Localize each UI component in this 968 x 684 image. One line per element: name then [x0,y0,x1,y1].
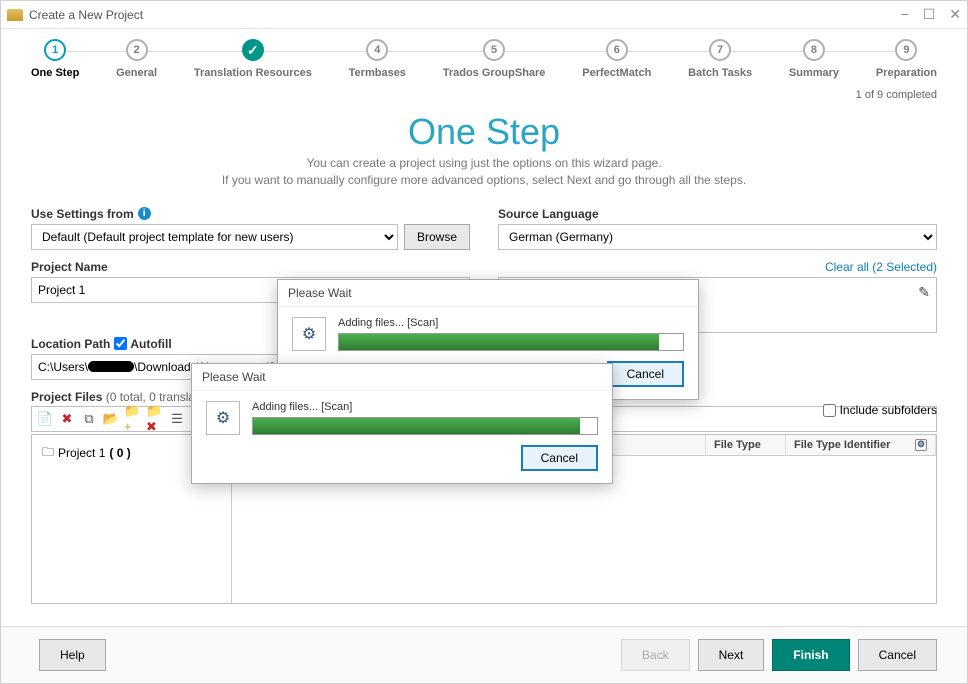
wizard-stepper: 1 One Step 2 General ✓ Translation Resources 4… [1,29,967,85]
close-icon[interactable]: ✕ [949,6,961,23]
please-wait-dialog-2: Please Wait ⚙ Adding files... [Scan] Can… [191,363,613,484]
settings-from-label: Use Settings from i [31,207,470,221]
add-folder-icon[interactable]: 📁+ [124,410,142,428]
step-label: One Step [31,67,79,79]
step-circle: 1 [44,39,66,61]
back-button[interactable]: Back [621,639,690,671]
step-label: Batch Tasks [688,67,752,79]
gear-icon[interactable]: ⚙ [915,439,927,451]
step-8[interactable]: 8 Summary [789,39,839,79]
page-subtitle: You can create a project using just the … [31,155,937,189]
step-label: Translation Resources [194,67,312,79]
step-circle: 9 [895,39,917,61]
step-circle: 6 [606,39,628,61]
step-9[interactable]: 9 Preparation [876,39,937,79]
source-language-label: Source Language [498,207,937,221]
page-title: One Step [31,111,937,153]
minimize-icon[interactable]: − [901,6,909,23]
progress-bar [338,333,684,351]
open-folder-icon[interactable]: 📂 [102,410,120,428]
info-icon[interactable]: i [138,207,151,220]
step-6[interactable]: 6 PerfectMatch [582,39,651,79]
step-2[interactable]: 2 General [116,39,157,79]
source-language-select[interactable]: German (Germany) [498,224,937,250]
redacted-username [88,361,134,372]
dialog-title: Please Wait [192,364,612,391]
folder-icon: 🗀 [42,443,54,464]
app-icon [7,9,23,21]
step-circle: 7 [709,39,731,61]
wizard-progress-text: 1 of 9 completed [1,85,967,101]
dialog-cancel-button[interactable]: Cancel [521,445,598,471]
progress-bar [252,417,598,435]
step-5[interactable]: 5 Trados GroupShare [443,39,546,79]
step-circle: 4 [366,39,388,61]
titlebar: Create a New Project − ☐ ✕ [1,1,967,29]
include-subfolders-checkbox[interactable]: Include subfolders [823,403,937,417]
help-button[interactable]: Help [39,639,106,671]
step-label: Summary [789,67,839,79]
maximize-icon[interactable]: ☐ [923,6,936,23]
create-project-window: Create a New Project − ☐ ✕ 1 One Step 2 Gen… [0,0,968,684]
project-name-label: Project Name [31,260,470,274]
dialog-message: Adding files... [Scan] [338,317,684,329]
remove-file-icon[interactable]: ✖ [58,410,76,428]
step-circle: 8 [803,39,825,61]
step-circle: 5 [483,39,505,61]
gear-icon: ⚙ [292,317,326,351]
step-circle: ✓ [242,39,264,61]
browse-button[interactable]: Browse [404,224,470,250]
step-4[interactable]: 4 Termbases [349,39,406,79]
next-button[interactable]: Next [698,639,765,671]
step-label: Preparation [876,67,937,79]
clear-all-link[interactable]: Clear all (2 Selected) [498,260,937,274]
step-circle: 2 [126,39,148,61]
remove-folder-icon[interactable]: 📁✖ [146,410,164,428]
copy-icon[interactable]: ⧉ [80,410,98,428]
menu-icon[interactable]: ☰ [168,410,186,428]
add-file-icon[interactable]: 📄 [36,410,54,428]
col-filetype[interactable]: File Type [706,435,786,455]
step-1[interactable]: 1 One Step [31,39,79,79]
step-label: Trados GroupShare [443,67,546,79]
wizard-footer: Help Back Next Finish Cancel [1,626,967,683]
dialog-cancel-button[interactable]: Cancel [607,361,684,387]
autofill-checkbox[interactable]: Autofill [114,337,171,351]
dialog-title: Please Wait [278,280,698,307]
edit-icon[interactable]: ✎ [918,284,930,301]
finish-button[interactable]: Finish [772,639,849,671]
window-title: Create a New Project [29,8,143,22]
step-7[interactable]: 7 Batch Tasks [688,39,752,79]
window-controls: − ☐ ✕ [901,6,961,23]
col-file-type-identifier[interactable]: File Type Identifier ⚙ [786,435,936,455]
step-label: Termbases [349,67,406,79]
dialog-message: Adding files... [Scan] [252,401,598,413]
cancel-button[interactable]: Cancel [858,639,937,671]
step-label: PerfectMatch [582,67,651,79]
step-3[interactable]: ✓ Translation Resources [194,39,312,79]
step-label: General [116,67,157,79]
settings-from-select[interactable]: Default (Default project template for ne… [31,224,398,250]
gear-icon: ⚙ [206,401,240,435]
